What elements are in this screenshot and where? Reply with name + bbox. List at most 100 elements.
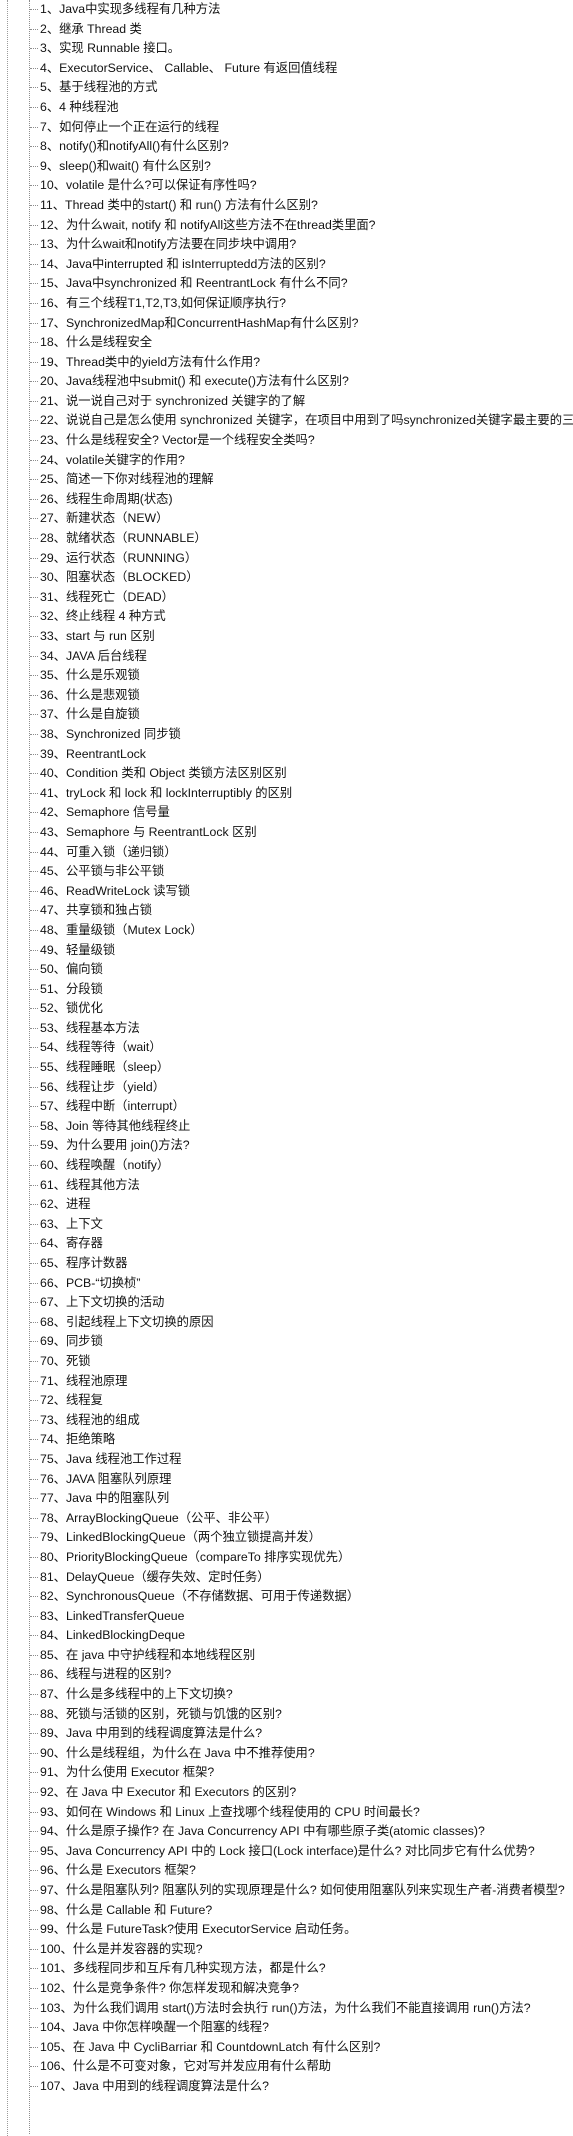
outline-item[interactable]: 94、什么是原子操作? 在 Java Concurrency API 中有哪些原… (0, 1822, 573, 1842)
outline-item[interactable]: 48、重量级锁（Mutex Lock） (0, 921, 573, 941)
outline-item[interactable]: 28、就绪状态（RUNNABLE） (0, 529, 573, 549)
outline-item[interactable]: 68、引起线程上下文切换的原因 (0, 1313, 573, 1333)
outline-item[interactable]: 15、Java中synchronized 和 ReentrantLock 有什么… (0, 274, 573, 294)
outline-item[interactable]: 10、volatile 是什么?可以保证有序性吗? (0, 176, 573, 196)
outline-item[interactable]: 16、有三个线程T1,T2,T3,如何保证顺序执行? (0, 294, 573, 314)
outline-item[interactable]: 6、4 种线程池 (0, 98, 573, 118)
outline-item[interactable]: 76、JAVA 阻塞队列原理 (0, 1470, 573, 1490)
outline-item[interactable]: 41、tryLock 和 lock 和 lockInterruptibly 的区… (0, 784, 573, 804)
outline-item[interactable]: 77、Java 中的阻塞队列 (0, 1489, 573, 1509)
outline-item[interactable]: 57、线程中断（interrupt） (0, 1097, 573, 1117)
outline-item[interactable]: 27、新建状态（NEW） (0, 509, 573, 529)
outline-item[interactable]: 56、线程让步（yield） (0, 1078, 573, 1098)
outline-item[interactable]: 100、什么是并发容器的实现? (0, 1940, 573, 1960)
outline-item[interactable]: 98、什么是 Callable 和 Future? (0, 1901, 573, 1921)
outline-item[interactable]: 97、什么是阻塞队列? 阻塞队列的实现原理是什么? 如何使用阻塞队列来实现生产者… (0, 1881, 573, 1901)
outline-item[interactable]: 31、线程死亡（DEAD） (0, 588, 573, 608)
outline-item[interactable]: 7、如何停止一个正在运行的线程 (0, 118, 573, 138)
outline-item[interactable]: 22、说说自己是怎么使用 synchronized 关键字，在项目中用到了吗sy… (0, 411, 573, 431)
outline-item[interactable]: 58、Join 等待其他线程终止 (0, 1117, 573, 1137)
outline-item[interactable]: 32、终止线程 4 种方式 (0, 607, 573, 627)
outline-item[interactable]: 69、同步锁 (0, 1332, 573, 1352)
outline-item[interactable]: 87、什么是多线程中的上下文切换? (0, 1685, 573, 1705)
outline-item[interactable]: 80、PriorityBlockingQueue（compareTo 排序实现优… (0, 1548, 573, 1568)
outline-item[interactable]: 103、为什么我们调用 start()方法时会执行 run()方法，为什么我们不… (0, 1999, 573, 2019)
outline-item[interactable]: 50、偏向锁 (0, 960, 573, 980)
outline-item[interactable]: 20、Java线程池中submit() 和 execute()方法有什么区别? (0, 372, 573, 392)
outline-item[interactable]: 61、线程其他方法 (0, 1176, 573, 1196)
outline-item[interactable]: 33、start 与 run 区别 (0, 627, 573, 647)
outline-item[interactable]: 53、线程基本方法 (0, 1019, 573, 1039)
outline-item[interactable]: 65、程序计数器 (0, 1254, 573, 1274)
outline-item[interactable]: 1、Java中实现多线程有几种方法 (0, 0, 573, 20)
outline-item[interactable]: 38、Synchronized 同步锁 (0, 725, 573, 745)
outline-item[interactable]: 46、ReadWriteLock 读写锁 (0, 882, 573, 902)
outline-item[interactable]: 85、在 java 中守护线程和本地线程区别 (0, 1646, 573, 1666)
outline-item[interactable]: 83、LinkedTransferQueue (0, 1607, 573, 1627)
outline-item[interactable]: 18、什么是线程安全 (0, 333, 573, 353)
outline-item[interactable]: 12、为什么wait, notify 和 notifyAll这些方法不在thre… (0, 216, 573, 236)
outline-item[interactable]: 59、为什么要用 join()方法? (0, 1136, 573, 1156)
outline-item[interactable]: 107、Java 中用到的线程调度算法是什么? (0, 2077, 573, 2097)
outline-item[interactable]: 66、PCB-“切换桢” (0, 1274, 573, 1294)
outline-item[interactable]: 95、Java Concurrency API 中的 Lock 接口(Lock … (0, 1842, 573, 1862)
outline-item[interactable]: 39、ReentrantLock (0, 745, 573, 765)
outline-item[interactable]: 9、sleep()和wait() 有什么区别? (0, 157, 573, 177)
outline-item[interactable]: 74、拒绝策略 (0, 1430, 573, 1450)
outline-item[interactable]: 90、什么是线程组，为什么在 Java 中不推荐使用? (0, 1744, 573, 1764)
outline-item[interactable]: 101、多线程同步和互斥有几种实现方法，都是什么? (0, 1959, 573, 1979)
outline-item[interactable]: 11、Thread 类中的start() 和 run() 方法有什么区别? (0, 196, 573, 216)
outline-item[interactable]: 75、Java 线程池工作过程 (0, 1450, 573, 1470)
outline-item[interactable]: 105、在 Java 中 CycliBarriar 和 CountdownLat… (0, 2038, 573, 2058)
outline-item[interactable]: 47、共享锁和独占锁 (0, 901, 573, 921)
outline-item[interactable]: 73、线程池的组成 (0, 1411, 573, 1431)
outline-item[interactable]: 52、锁优化 (0, 999, 573, 1019)
outline-item[interactable]: 99、什么是 FutureTask?使用 ExecutorService 启动任… (0, 1920, 573, 1940)
outline-item[interactable]: 49、轻量级锁 (0, 941, 573, 961)
outline-item[interactable]: 19、Thread类中的yield方法有什么作用? (0, 353, 573, 373)
outline-item[interactable]: 3、实现 Runnable 接口。 (0, 39, 573, 59)
outline-item[interactable]: 17、SynchronizedMap和ConcurrentHashMap有什么区… (0, 314, 573, 334)
outline-item[interactable]: 24、volatile关键字的作用? (0, 451, 573, 471)
outline-item[interactable]: 70、死锁 (0, 1352, 573, 1372)
outline-item[interactable]: 84、LinkedBlockingDeque (0, 1626, 573, 1646)
outline-item[interactable]: 45、公平锁与非公平锁 (0, 862, 573, 882)
outline-item[interactable]: 8、notify()和notifyAll()有什么区别? (0, 137, 573, 157)
outline-item[interactable]: 91、为什么使用 Executor 框架? (0, 1763, 573, 1783)
outline-item[interactable]: 64、寄存器 (0, 1234, 573, 1254)
outline-item[interactable]: 106、什么是不可变对象，它对写并发应用有什么帮助 (0, 2057, 573, 2077)
outline-item[interactable]: 102、什么是竞争条件? 你怎样发现和解决竞争? (0, 1979, 573, 1999)
outline-item[interactable]: 30、阻塞状态（BLOCKED） (0, 568, 573, 588)
outline-item[interactable]: 37、什么是自旋锁 (0, 705, 573, 725)
outline-item[interactable]: 93、如何在 Windows 和 Linux 上查找哪个线程使用的 CPU 时间… (0, 1803, 573, 1823)
outline-item[interactable]: 55、线程睡眠（sleep） (0, 1058, 573, 1078)
outline-item[interactable]: 14、Java中interrupted 和 isInterruptedd方法的区… (0, 255, 573, 275)
outline-item[interactable]: 26、线程生命周期(状态) (0, 490, 573, 510)
outline-item[interactable]: 63、上下文 (0, 1215, 573, 1235)
outline-item[interactable]: 92、在 Java 中 Executor 和 Executors 的区别? (0, 1783, 573, 1803)
outline-item[interactable]: 79、LinkedBlockingQueue（两个独立锁提高并发） (0, 1528, 573, 1548)
outline-item[interactable]: 71、线程池原理 (0, 1372, 573, 1392)
outline-item[interactable]: 54、线程等待（wait） (0, 1038, 573, 1058)
outline-item[interactable]: 96、什么是 Executors 框架? (0, 1861, 573, 1881)
outline-item[interactable]: 51、分段锁 (0, 980, 573, 1000)
outline-item[interactable]: 5、基于线程池的方式 (0, 78, 573, 98)
outline-item[interactable]: 78、ArrayBlockingQueue（公平、非公平） (0, 1509, 573, 1529)
outline-item[interactable]: 81、DelayQueue（缓存失效、定时任务） (0, 1568, 573, 1588)
outline-item[interactable]: 29、运行状态（RUNNING） (0, 549, 573, 569)
outline-item[interactable]: 67、上下文切换的活动 (0, 1293, 573, 1313)
outline-item[interactable]: 2、继承 Thread 类 (0, 20, 573, 40)
outline-item[interactable]: 21、说一说自己对于 synchronized 关键字的了解 (0, 392, 573, 412)
outline-item[interactable]: 44、可重入锁（递归锁） (0, 843, 573, 863)
outline-item[interactable]: 62、进程 (0, 1195, 573, 1215)
outline-item[interactable]: 89、Java 中用到的线程调度算法是什么? (0, 1724, 573, 1744)
outline-item[interactable]: 104、Java 中你怎样唤醒一个阻塞的线程? (0, 2018, 573, 2038)
outline-item[interactable]: 42、Semaphore 信号量 (0, 803, 573, 823)
outline-item[interactable]: 86、线程与进程的区别? (0, 1665, 573, 1685)
outline-item[interactable]: 36、什么是悲观锁 (0, 686, 573, 706)
outline-item[interactable]: 43、Semaphore 与 ReentrantLock 区别 (0, 823, 573, 843)
outline-item[interactable]: 25、简述一下你对线程池的理解 (0, 470, 573, 490)
outline-item[interactable]: 40、Condition 类和 Object 类锁方法区别区别 (0, 764, 573, 784)
outline-item[interactable]: 60、线程唤醒（notify） (0, 1156, 573, 1176)
outline-item[interactable]: 35、什么是乐观锁 (0, 666, 573, 686)
